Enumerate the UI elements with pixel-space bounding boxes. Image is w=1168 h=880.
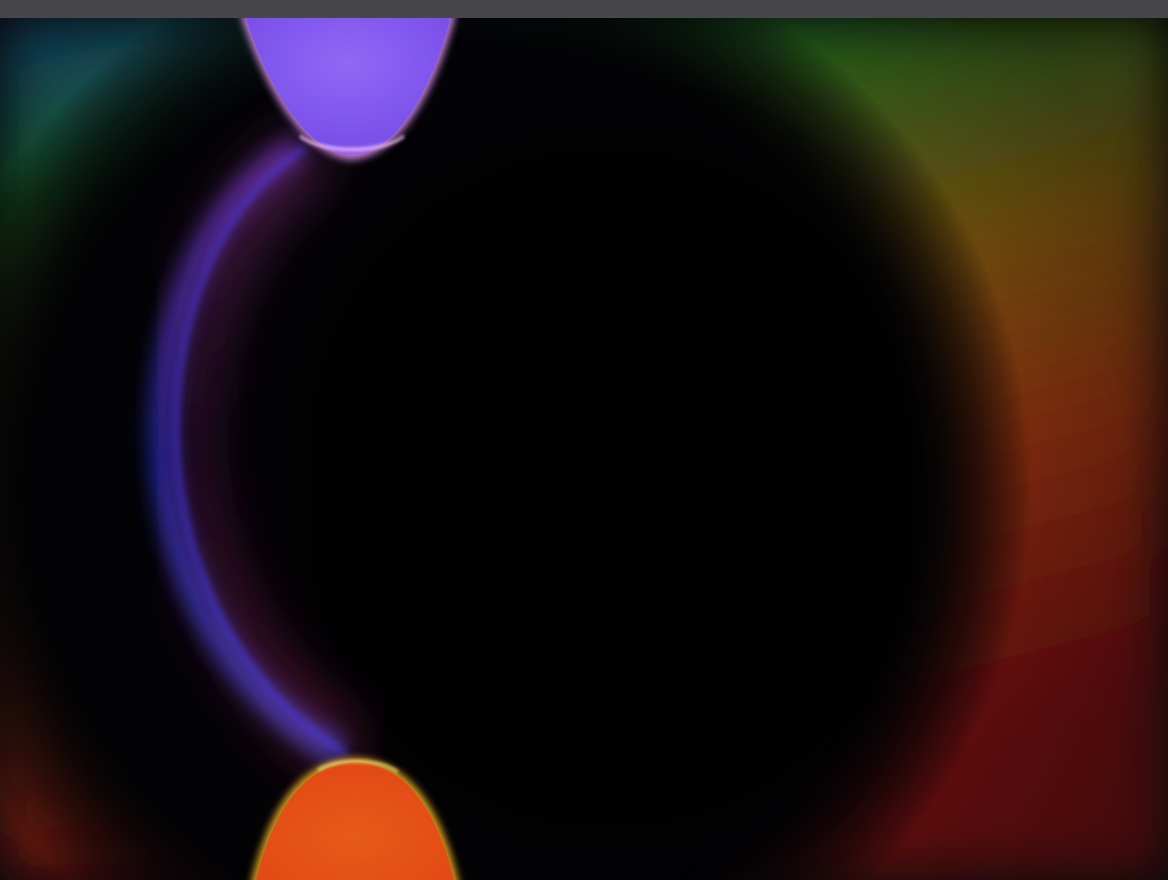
abstract-wallpaper: [0, 18, 1168, 880]
top-bar: [0, 0, 1168, 18]
dark-center: [300, 138, 920, 838]
screen: [0, 0, 1168, 880]
wallpaper-art: [0, 18, 1168, 880]
